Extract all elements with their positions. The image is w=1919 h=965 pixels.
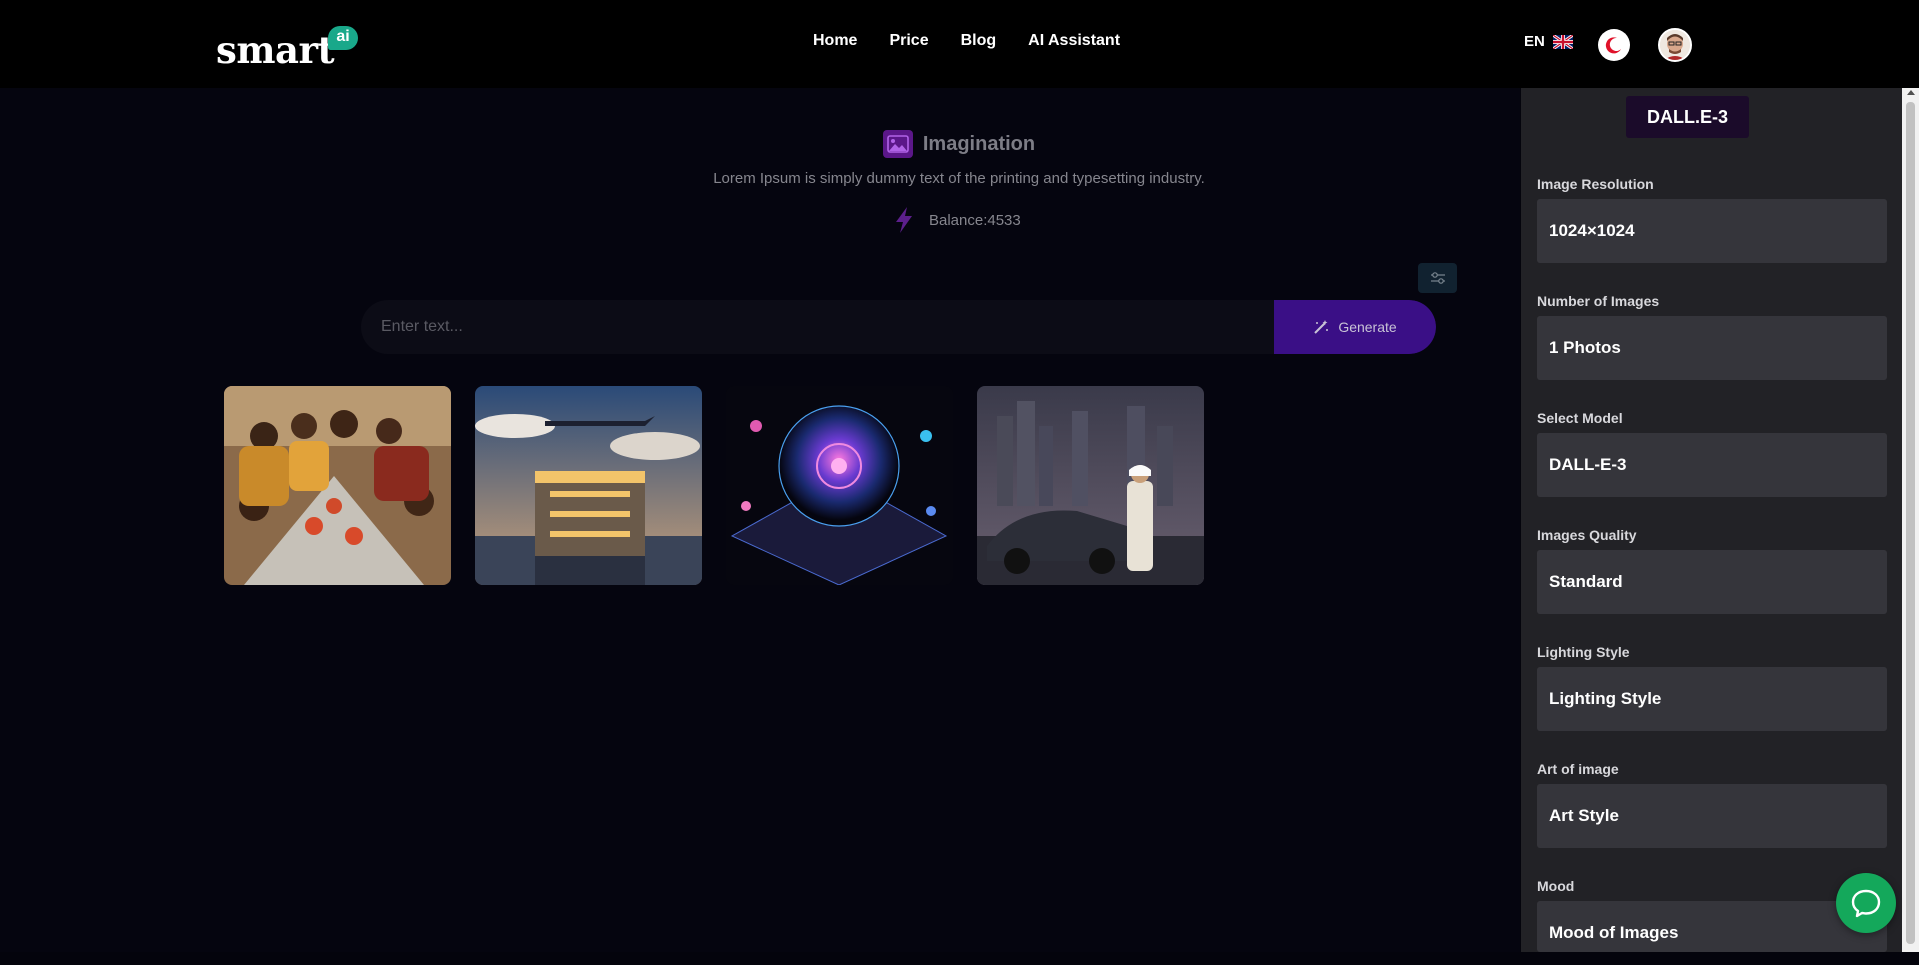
magic-wand-icon (1314, 320, 1329, 334)
scroll-up-icon[interactable] (1907, 90, 1915, 95)
page-title-text: Imagination (922, 132, 1036, 155)
generate-label: Generate (1338, 319, 1397, 335)
number-of-images-label: Number of Images (1537, 293, 1660, 309)
avatar[interactable] (1658, 28, 1692, 62)
uk-flag-icon (1552, 34, 1573, 49)
number-of-images-select[interactable]: 1 Photos (1537, 316, 1887, 380)
filter-settings-button[interactable] (1418, 263, 1457, 293)
image-gallery (224, 386, 1204, 585)
chat-support-button[interactable] (1836, 873, 1896, 933)
lighting-style-label: Lighting Style (1537, 644, 1630, 660)
top-header: smart ai Home Price Blog AI Assistant EN (0, 0, 1919, 88)
nav-ai-assistant[interactable]: AI Assistant (1028, 32, 1120, 50)
language-selector[interactable]: EN (1524, 33, 1573, 50)
scrollbar-thumb[interactable] (1906, 102, 1915, 944)
generate-button[interactable]: Generate (1274, 300, 1436, 354)
images-quality-label: Images Quality (1537, 527, 1637, 543)
image-resolution-label: Image Resolution (1537, 176, 1654, 192)
prompt-bar: Generate (361, 300, 1436, 354)
gallery-image-city-airplane[interactable] (475, 386, 702, 585)
nav-price[interactable]: Price (889, 32, 928, 50)
gallery-image-car-city[interactable] (977, 386, 1204, 585)
language-label: EN (1524, 33, 1545, 50)
lighting-style-select[interactable]: Lighting Style (1537, 667, 1887, 731)
logo-text: smart (216, 28, 335, 72)
prompt-input[interactable] (381, 300, 1261, 354)
sliders-icon (1430, 272, 1445, 284)
settings-panel: DALL.E-3 Image Resolution 1024×1024 Numb… (1521, 88, 1902, 952)
art-of-image-label: Art of image (1537, 761, 1619, 777)
gallery-image-people-dining[interactable] (224, 386, 451, 585)
mood-label: Mood (1537, 878, 1575, 894)
panel-scrollbar[interactable] (1902, 88, 1919, 952)
chat-bubble-icon (1851, 889, 1881, 918)
main-nav: Home Price Blog AI Assistant (813, 32, 1152, 50)
balance-text: Balance:4533 (929, 211, 1021, 229)
image-resolution-select[interactable]: 1024×1024 (1537, 199, 1887, 263)
nav-home[interactable]: Home (813, 32, 857, 50)
mood-select[interactable]: Mood of Images (1537, 901, 1887, 952)
user-avatar-icon (1660, 30, 1690, 60)
image-icon (882, 130, 913, 158)
logo-badge: ai (328, 26, 358, 50)
nav-blog[interactable]: Blog (961, 32, 997, 50)
select-model-select[interactable]: DALL-E-3 (1537, 433, 1887, 497)
lightning-icon (896, 207, 912, 233)
images-quality-select[interactable]: Standard (1537, 550, 1887, 614)
select-model-label: Select Model (1537, 410, 1623, 426)
model-badge: DALL.E-3 (1626, 96, 1749, 138)
theme-toggle-button[interactable] (1598, 29, 1630, 61)
gallery-image-digital-globe[interactable] (726, 386, 953, 585)
moon-icon (1605, 37, 1621, 54)
balance-display: Balance:4533 (893, 206, 1021, 234)
art-style-select[interactable]: Art Style (1537, 784, 1887, 848)
